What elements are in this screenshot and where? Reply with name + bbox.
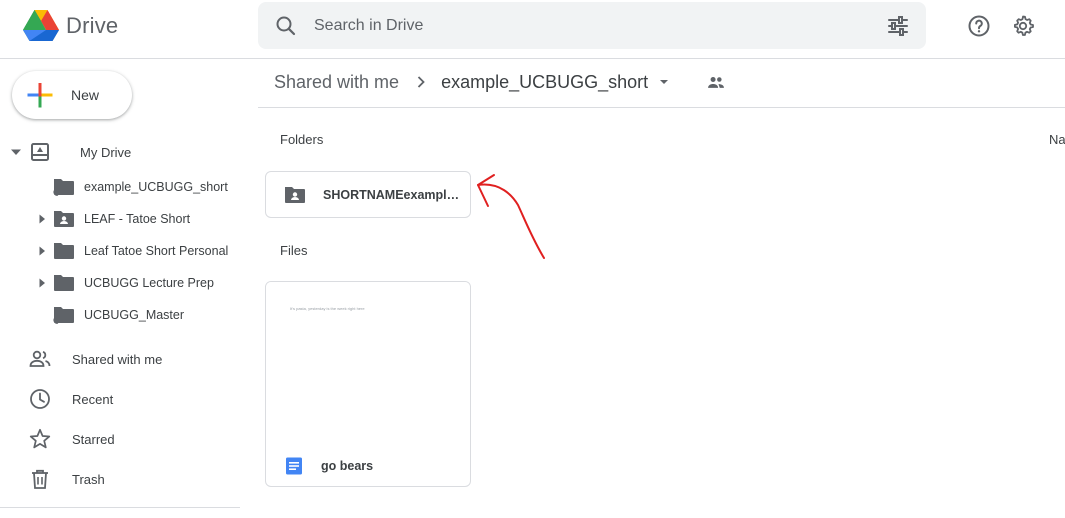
sidebar-item-label: Recent — [72, 391, 114, 407]
sidebar-item-label: Starred — [72, 431, 115, 447]
tree-item-leaf-tatoe-short-personal[interactable]: Leaf Tatoe Short Personal — [36, 235, 240, 267]
file-name: go bears — [321, 459, 374, 473]
sidebar-item-label: Trash — [72, 471, 105, 487]
drive-logo-icon — [23, 10, 59, 41]
my-drive-icon — [31, 143, 49, 161]
sort-by-name-button[interactable]: Na — [1049, 132, 1065, 147]
folder-icon — [54, 275, 74, 291]
search-filter-icon[interactable] — [886, 14, 910, 38]
file-footer: go bears — [266, 446, 470, 486]
tree-item-leaf-tatoe-short[interactable]: LEAF - Tatoe Short — [36, 203, 240, 235]
shared-drive-folder-icon — [54, 211, 74, 227]
shared-drive-folder-icon — [285, 186, 305, 203]
breadcrumb-parent[interactable]: Shared with me — [274, 72, 399, 93]
folder-card[interactable]: SHORTNAMEexample_UCBUGG_short — [265, 171, 471, 218]
shared-folder-icon — [53, 179, 74, 196]
google-docs-icon — [286, 457, 302, 475]
tree-item-label: example_UCBUGG_short — [84, 180, 228, 194]
plus-icon — [27, 83, 53, 108]
caret-right-icon[interactable] — [36, 245, 48, 257]
folder-icon — [54, 243, 74, 259]
thumbnail-text: It's pasta, yesterday is the week right … — [290, 306, 365, 311]
sidebar-item-label: Shared with me — [72, 351, 163, 367]
annotation-arrow-icon — [477, 174, 545, 259]
dropdown-arrow-icon[interactable] — [654, 72, 674, 92]
clock-icon — [30, 389, 50, 409]
breadcrumb: Shared with me example_UCBUGG_short — [274, 64, 726, 100]
sidebar-item-starred[interactable]: Starred — [28, 423, 240, 455]
help-icon[interactable] — [967, 14, 991, 38]
sidebar-divider — [0, 507, 240, 508]
sidebar-item-trash[interactable]: Trash — [28, 463, 240, 495]
drive-logo[interactable]: Drive — [22, 8, 142, 44]
breadcrumb-current[interactable]: example_UCBUGG_short — [441, 72, 648, 93]
file-thumbnail: It's pasta, yesterday is the week right … — [266, 282, 470, 442]
app-name: Drive — [66, 13, 119, 38]
tree-item-label: Leaf Tatoe Short Personal — [84, 244, 229, 258]
shared-people-icon[interactable] — [706, 72, 726, 92]
new-button[interactable]: New — [12, 71, 132, 119]
star-icon — [29, 428, 51, 449]
search-bar[interactable] — [258, 2, 926, 49]
file-card[interactable]: It's pasta, yesterday is the week right … — [265, 281, 471, 487]
search-icon[interactable] — [274, 14, 298, 38]
folders-section-label: Folders — [280, 132, 324, 147]
new-button-label: New — [71, 87, 100, 103]
tree-item-label: UCBUGG_Master — [84, 308, 185, 322]
sidebar-item-label: My Drive — [80, 144, 132, 160]
toolbar-divider — [258, 107, 1065, 108]
folder-name: SHORTNAMEexample_UCBUGG_short — [323, 187, 461, 202]
files-section-label: Files — [280, 243, 308, 258]
tree-item-ucbugg-master[interactable]: UCBUGG_Master — [36, 299, 240, 331]
search-input[interactable] — [312, 15, 856, 36]
people-icon — [29, 350, 51, 367]
tree-item-ucbugg-lecture-prep[interactable]: UCBUGG Lecture Prep — [36, 267, 240, 299]
tree-item-label: UCBUGG Lecture Prep — [84, 276, 214, 290]
tree-item-label: LEAF - Tatoe Short — [84, 212, 191, 226]
shared-folder-icon — [53, 307, 74, 324]
header-divider — [0, 58, 1065, 59]
tree-item-example-ucbugg-short[interactable]: example_UCBUGG_short — [36, 171, 240, 203]
sidebar-item-shared-with-me[interactable]: Shared with me — [28, 343, 240, 375]
caret-right-icon[interactable] — [36, 277, 48, 289]
caret-down-icon[interactable] — [10, 146, 22, 158]
caret-right-icon[interactable] — [36, 213, 48, 225]
sidebar-item-recent[interactable]: Recent — [28, 383, 240, 415]
settings-icon[interactable] — [1011, 14, 1035, 38]
trash-icon — [32, 469, 48, 489]
sidebar-item-my-drive[interactable]: My Drive — [10, 136, 240, 168]
chevron-right-icon — [417, 76, 425, 88]
